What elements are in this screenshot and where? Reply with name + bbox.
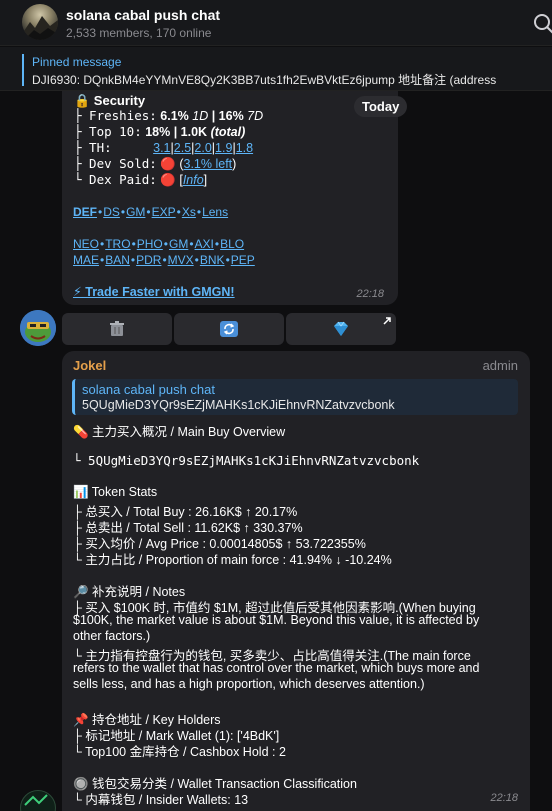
links-row-2: NEO•TRO•PHO•GM•AXI•BLO [73, 237, 245, 251]
reply-title: solana cabal push chat [82, 382, 215, 397]
trash-icon [110, 321, 124, 336]
pinned-text: DJI6930: DQnkBM4eYYMnVE8Qy2K3BB7uts1fh2E… [32, 73, 497, 87]
dev-sold-link[interactable]: 3.1% left [184, 157, 233, 171]
note-line: sells less, and has a high proportion, w… [73, 677, 425, 691]
link-blo[interactable]: BLO [220, 237, 244, 251]
link-bnk[interactable]: BNK [200, 253, 225, 267]
links-row-1: DEF•DS•GM•EXP•Xs•Lens [73, 205, 229, 219]
security-title: 🔒 Security [74, 93, 146, 108]
top10-value: 18% | 1.0K [145, 125, 211, 139]
message-bubble: Jokel admin solana cabal push chat 5QUgM… [62, 351, 530, 811]
chat-title: solana cabal push chat [66, 7, 221, 23]
holder-line: └ Top100 金库持仓 / Cashbox Hold : 2 [73, 745, 286, 759]
token-stats-heading: 📊 Token Stats [73, 485, 158, 499]
link-pho[interactable]: PHO [137, 237, 163, 251]
note-line: refers to the wallet that has control ov… [73, 661, 480, 675]
dex-paid-label: └ Dex Paid: [74, 172, 157, 187]
external-link-icon [383, 317, 391, 325]
th-link[interactable]: 3.1 [153, 141, 170, 155]
search-icon[interactable] [532, 12, 552, 36]
chat-avatar[interactable] [22, 4, 58, 40]
bot-avatar[interactable] [20, 310, 56, 346]
dex-paid-line: └ Dex Paid: 🔴 [Info] [74, 172, 208, 187]
refresh-icon [220, 321, 238, 337]
diamond-icon [334, 321, 348, 336]
top10-line: ├ Top 10: 18% | 1.0K (total) [74, 124, 245, 139]
link-exp[interactable]: EXP [152, 205, 176, 219]
link-mvx[interactable]: MVX [168, 253, 194, 267]
freshies-line: ├ Freshies: 6.1% 1D | 16% 7D [74, 108, 263, 123]
freshies-1d: 1D [192, 109, 209, 123]
link-gm[interactable]: GM [126, 205, 145, 219]
red-circle-icon: 🔴 [160, 157, 176, 171]
link-tro[interactable]: TRO [105, 237, 130, 251]
link-xs[interactable]: Xs [182, 205, 196, 219]
dex-paid-info-link[interactable]: Info [183, 173, 204, 187]
trade-gmgn-link[interactable]: ⚡ Trade Faster with GMGN! [73, 284, 235, 299]
th-link[interactable]: 1.9 [215, 141, 232, 155]
delete-button[interactable] [62, 313, 172, 345]
reply-text: 5QUgMieD3YQr9sEZjMAHKs1cKJiEhnvRNZatvzvc… [82, 398, 395, 412]
pinned-indicator [22, 54, 24, 86]
pinned-label: Pinned message [32, 55, 122, 69]
top10-label: ├ Top 10: [74, 124, 142, 139]
sender-name[interactable]: Jokel [73, 358, 106, 373]
link-lens[interactable]: Lens [202, 205, 228, 219]
link-gm[interactable]: GM [169, 237, 188, 251]
link-neo[interactable]: NEO [73, 237, 99, 251]
user-avatar[interactable] [20, 790, 56, 811]
freshies-sep: | 16% [208, 109, 248, 123]
date-badge: Today [354, 96, 408, 117]
th-line: ├ TH: 3.1|2.5|2.0|1.9|1.8 [74, 140, 254, 155]
stat-line: └ 主力占比 / Proportion of main force : 41.9… [73, 553, 392, 567]
th-label: ├ TH: [74, 140, 112, 155]
overview-heading: 💊 主力买入概况 / Main Buy Overview [73, 425, 286, 439]
link-mae[interactable]: MAE [73, 253, 99, 267]
message-time: 22:18 [356, 288, 384, 300]
admin-badge: admin [482, 358, 518, 373]
note-line: $100K, the market value is about $1M. Be… [73, 613, 480, 627]
freshies-value: 6.1% [160, 109, 193, 123]
links-row-3: MAE•BAN•PDR•MVX•BNK•PEP [73, 253, 255, 267]
th-link[interactable]: 1.8 [236, 141, 253, 155]
pinned-message-bar[interactable]: Pinned message DJI6930: DQnkBM4eYYMnVE8Q… [0, 47, 552, 91]
top10-total: (total) [210, 125, 246, 139]
chart-avatar-icon [24, 794, 48, 806]
link-axi[interactable]: AXI [195, 237, 214, 251]
th-link[interactable]: 2.5 [174, 141, 191, 155]
frog-avatar-icon [20, 310, 56, 346]
link-ds[interactable]: DS [103, 205, 120, 219]
message-bubble: 🔒 Security Today ├ Freshies: 6.1% 1D | 1… [62, 91, 408, 305]
freshies-7d: 7D [247, 109, 264, 123]
chat-header[interactable]: solana cabal push chat 2,533 members, 17… [0, 0, 552, 46]
wallet-line: └ 内幕钱包 / Insider Wallets: 13 [73, 793, 249, 807]
link-def[interactable]: DEF [73, 205, 97, 219]
diamond-button[interactable] [286, 313, 396, 345]
link-ban[interactable]: BAN [105, 253, 130, 267]
mountain-icon [22, 16, 58, 40]
red-circle-icon: 🔴 [160, 173, 176, 187]
dev-sold-label: ├ Dev Sold: [74, 156, 157, 171]
th-link[interactable]: 2.0 [194, 141, 211, 155]
token-address[interactable]: └ 5QUgMieD3YQr9sEZjMAHKs1cKJiEhnvRNZatvz… [73, 453, 419, 468]
member-count: 2,533 members, 170 online [66, 26, 212, 40]
freshies-label: ├ Freshies: [74, 108, 157, 123]
dev-sold-line: ├ Dev Sold: 🔴 (3.1% left) [74, 156, 237, 171]
link-pep[interactable]: PEP [231, 253, 255, 267]
message-time: 22:18 [490, 792, 518, 804]
link-pdr[interactable]: PDR [136, 253, 161, 267]
note-line: other factors.) [73, 629, 151, 643]
refresh-button[interactable] [174, 313, 284, 345]
reply-preview[interactable]: solana cabal push chat 5QUgMieD3YQr9sEZj… [72, 379, 518, 415]
